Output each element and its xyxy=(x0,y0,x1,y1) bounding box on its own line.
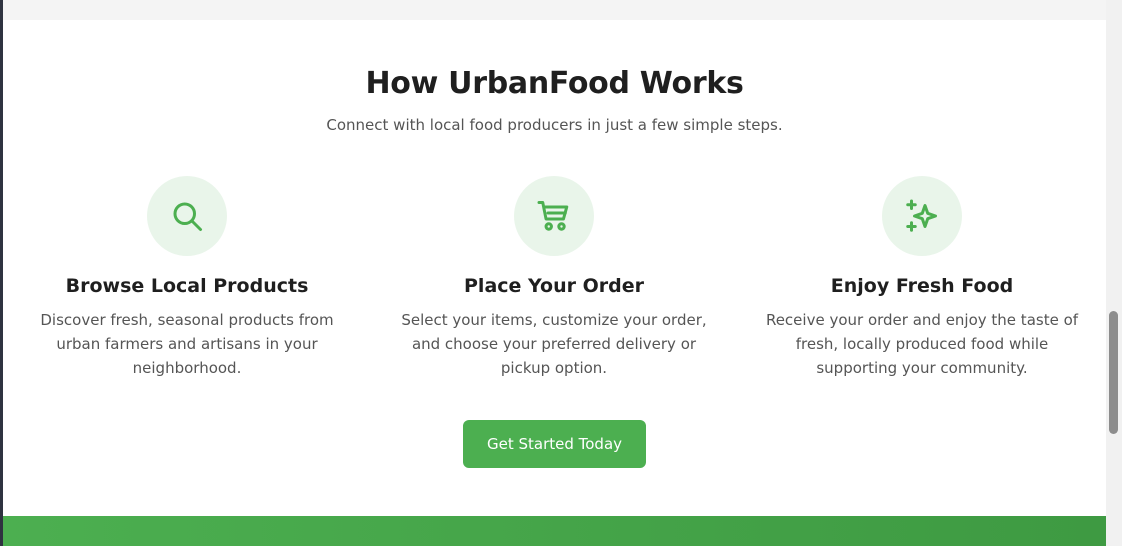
next-section-banner xyxy=(3,516,1106,546)
scrollbar-thumb[interactable] xyxy=(1109,311,1118,434)
shopping-cart-icon xyxy=(514,176,594,256)
step-description: Select your items, customize your order,… xyxy=(401,311,707,377)
step-description: Receive your order and enjoy the taste o… xyxy=(765,311,1079,377)
step-title: Enjoy Fresh Food xyxy=(830,275,1014,297)
step-title: Place Your Order xyxy=(464,275,644,297)
section-subtitle: Connect with local food producers in jus… xyxy=(326,116,783,134)
step-description: Discover fresh, seasonal products from u… xyxy=(40,311,334,377)
step-title: Browse Local Products xyxy=(65,275,309,297)
sparkles-icon xyxy=(882,176,962,256)
search-icon xyxy=(147,176,227,256)
page-viewport: How UrbanFood Works Connect with local f… xyxy=(3,0,1106,546)
step-order: Place Your Order Select your items, cust… xyxy=(384,176,724,380)
get-started-button[interactable]: Get Started Today xyxy=(463,420,646,468)
step-enjoy: Enjoy Fresh Food Receive your order and … xyxy=(752,176,1092,380)
section-title: How UrbanFood Works xyxy=(365,66,744,101)
step-browse: Browse Local Products Discover fresh, se… xyxy=(17,176,357,380)
previous-section-bottom xyxy=(3,0,1106,20)
scrollbar-track[interactable] xyxy=(1106,0,1122,546)
